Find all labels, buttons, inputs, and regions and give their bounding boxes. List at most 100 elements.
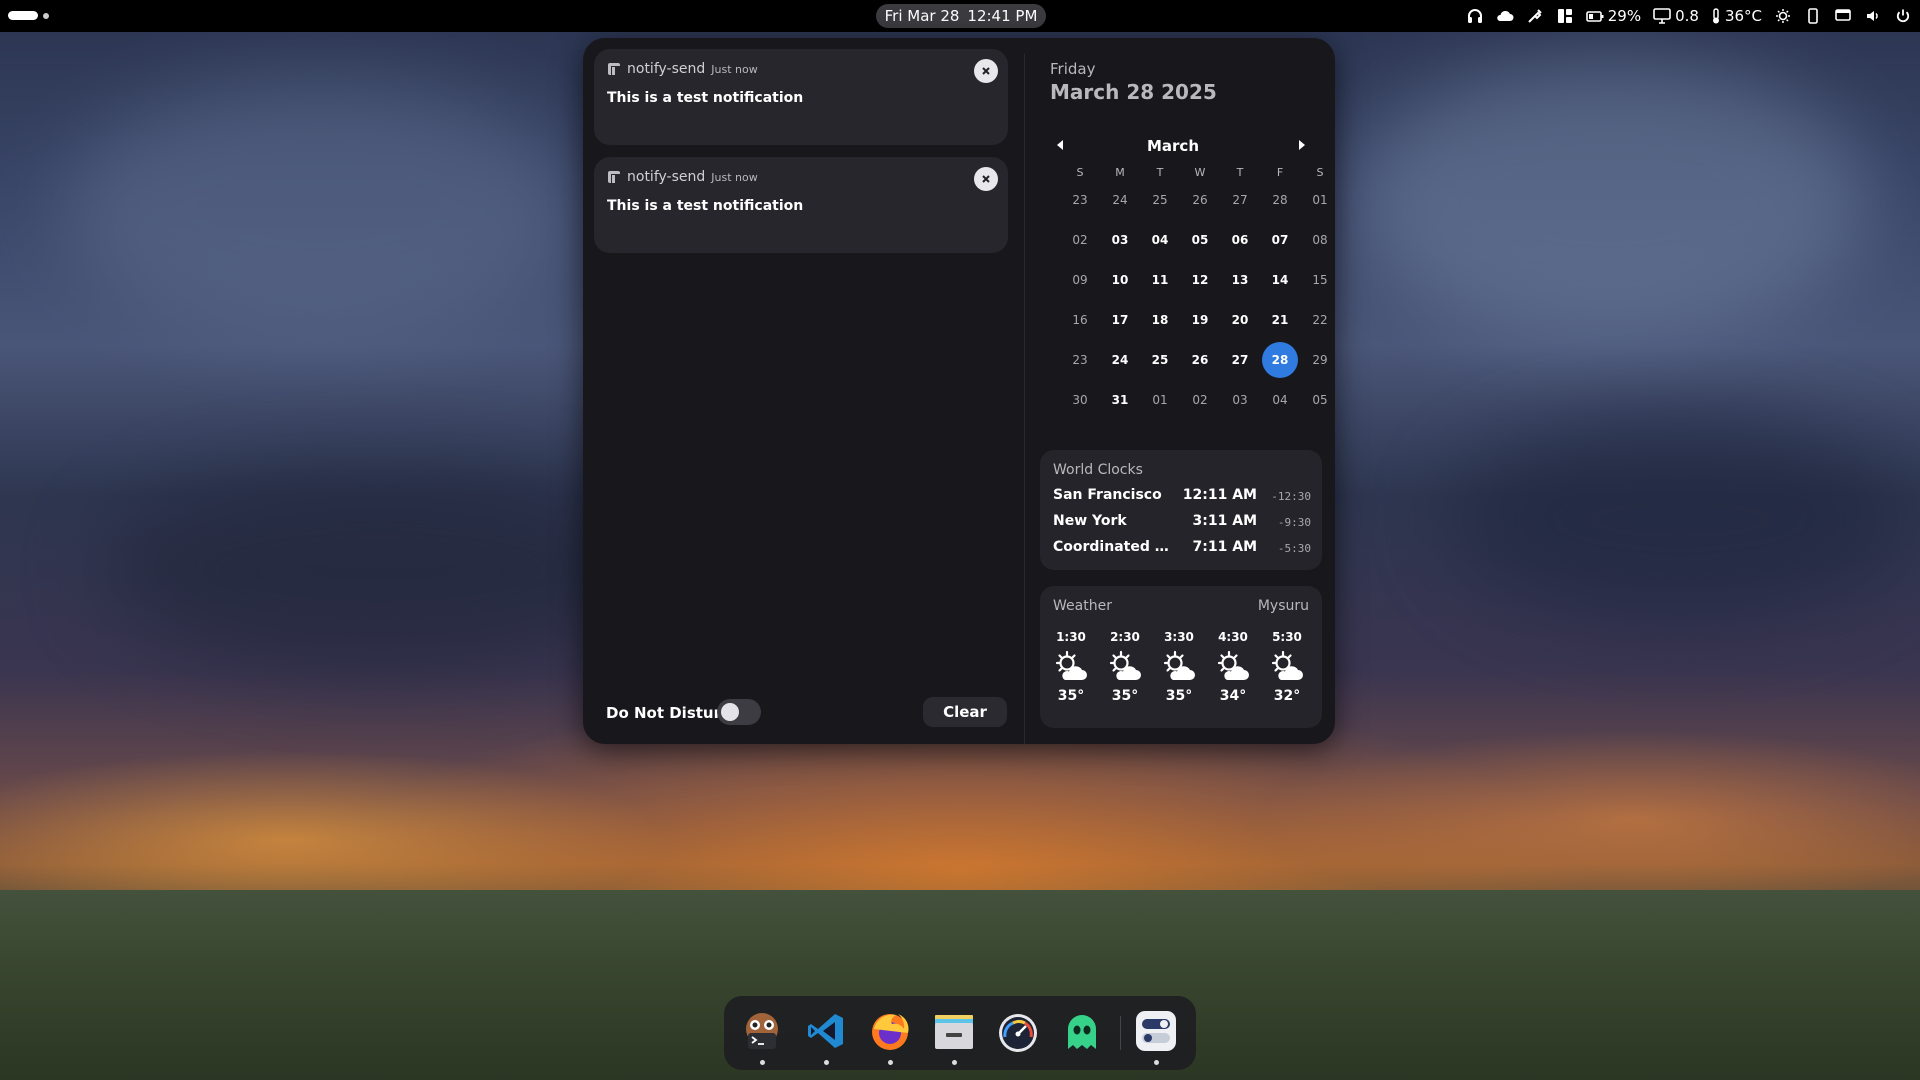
app-icon (608, 63, 620, 75)
calendar-day[interactable]: 09 (1062, 262, 1098, 298)
world-clock-row: Coordinated U... 7:11 AM -5:30 (1053, 539, 1311, 559)
calendar-day[interactable]: 03 (1222, 382, 1258, 418)
calendar-day[interactable]: 30 (1062, 382, 1098, 418)
world-clock-offset: -9:30 (1277, 516, 1311, 529)
dock-settings-app[interactable] (1134, 1009, 1178, 1053)
calendar-full-date: March 28 2025 (1050, 80, 1217, 104)
calendar-weekday: Friday (1050, 60, 1096, 78)
calendar-day[interactable]: 28 (1262, 182, 1298, 218)
color-picker-icon[interactable] (1526, 7, 1544, 25)
volume-icon[interactable] (1864, 7, 1882, 25)
ghost-app-icon (1068, 1015, 1096, 1049)
world-clocks-card: World Clocks San Francisco 12:11 AM -12:… (1040, 450, 1322, 570)
calendar-day[interactable]: 10 (1102, 262, 1138, 298)
dock-file-manager[interactable] (932, 1009, 976, 1053)
notification-card[interactable]: notify-send Just now This is a test noti… (594, 49, 1008, 145)
notification-close-button[interactable] (974, 167, 998, 191)
calendar-day-today[interactable]: 28 (1262, 342, 1298, 378)
clear-button[interactable]: Clear (923, 697, 1007, 727)
dock-system-monitor[interactable] (996, 1009, 1040, 1053)
layout-icon[interactable] (1556, 7, 1574, 25)
weather-hour-time: 2:30 (1110, 630, 1140, 644)
calendar-day[interactable]: 02 (1182, 382, 1218, 418)
clock-button[interactable]: Fri Mar 28 12:41 PM (876, 4, 1046, 28)
calendar-day[interactable]: 27 (1222, 182, 1258, 218)
dock-ghost-app[interactable] (1060, 1009, 1104, 1053)
calendar-weekday-header: S (1316, 166, 1324, 179)
notification-card[interactable]: notify-send Just now This is a test noti… (594, 157, 1008, 253)
cloud-icon[interactable] (1496, 7, 1514, 25)
calendar-day[interactable]: 22 (1302, 302, 1338, 338)
display-icon[interactable] (1834, 7, 1852, 25)
calendar-day[interactable]: 02 (1062, 222, 1098, 258)
calendar-day[interactable]: 23 (1062, 182, 1098, 218)
power-icon[interactable] (1894, 7, 1912, 25)
calendar-day[interactable]: 27 (1222, 342, 1258, 378)
dock-firefox[interactable] (868, 1009, 912, 1053)
temperature-indicator[interactable]: 36°C (1711, 7, 1762, 25)
calendar-day[interactable]: 19 (1182, 302, 1218, 338)
battery-indicator[interactable]: 29% (1585, 7, 1641, 25)
world-clock-city: New York (1053, 513, 1127, 529)
headphones-icon[interactable] (1466, 7, 1484, 25)
calendar-day[interactable]: 04 (1262, 382, 1298, 418)
toggle-settings-app-icon (1136, 1011, 1176, 1051)
calendar-day[interactable]: 05 (1302, 382, 1338, 418)
calendar-day[interactable]: 12 (1182, 262, 1218, 298)
calendar-day[interactable]: 08 (1302, 222, 1338, 258)
calendar-weekday-header: F (1276, 166, 1284, 179)
calendar-day[interactable]: 25 (1142, 342, 1178, 378)
calendar-day[interactable]: 17 (1102, 302, 1138, 338)
do-not-disturb-toggle[interactable] (717, 699, 761, 725)
weather-card: Weather Mysuru 1:30 35° 2:30 35° 3:30 35° 4:30… (1040, 586, 1322, 728)
calendar-day[interactable]: 01 (1302, 182, 1338, 218)
calendar-day[interactable]: 24 (1102, 342, 1138, 378)
calendar-day[interactable]: 23 (1062, 342, 1098, 378)
calendar-day[interactable]: 15 (1302, 262, 1338, 298)
app-icon (608, 171, 620, 183)
system-tray: 29% 0.8 36°C (1466, 0, 1912, 32)
workspace-indicator[interactable] (8, 11, 49, 20)
weather-hour: 4:30 34° (1207, 630, 1259, 704)
brightness-icon[interactable] (1774, 7, 1792, 25)
calendar-day[interactable]: 26 (1182, 182, 1218, 218)
toggle-knob (721, 703, 739, 721)
calendar-day[interactable]: 25 (1142, 182, 1178, 218)
calendar-day[interactable]: 06 (1222, 222, 1258, 258)
calendar-day[interactable]: 14 (1262, 262, 1298, 298)
calendar-day[interactable]: 04 (1142, 222, 1178, 258)
calendar-day[interactable]: 07 (1262, 222, 1298, 258)
notification-close-button[interactable] (974, 59, 998, 83)
calendar-next-button[interactable] (1294, 137, 1310, 153)
calendar-day[interactable]: 18 (1142, 302, 1178, 338)
notification-app-name: notify-send (627, 61, 706, 77)
dock-vscode[interactable] (804, 1009, 848, 1053)
dock-terminal[interactable] (740, 1009, 784, 1053)
calendar-day[interactable]: 11 (1142, 262, 1178, 298)
phone-icon[interactable] (1804, 7, 1822, 25)
calendar-day[interactable]: 16 (1062, 302, 1098, 338)
notification-body: This is a test notification (607, 90, 804, 106)
calendar-day[interactable]: 01 (1142, 382, 1178, 418)
notification-header: notify-send Just now (607, 61, 758, 77)
storm-cloud (100, 470, 660, 670)
calendar-day[interactable]: 03 (1102, 222, 1138, 258)
workspace-inactive[interactable] (43, 12, 49, 19)
calendar-day[interactable]: 29 (1302, 342, 1338, 378)
close-icon (982, 175, 990, 183)
running-indicator (1154, 1060, 1159, 1065)
calendar-prev-button[interactable] (1052, 137, 1068, 153)
load-indicator[interactable]: 0.8 (1653, 7, 1699, 25)
calendar-day[interactable]: 13 (1222, 262, 1258, 298)
calendar-day[interactable]: 31 (1102, 382, 1138, 418)
calendar-day[interactable]: 21 (1262, 302, 1298, 338)
weather-hour-time: 4:30 (1218, 630, 1248, 644)
partly-cloudy-icon (1053, 650, 1089, 684)
calendar-day[interactable]: 26 (1182, 342, 1218, 378)
calendar-day[interactable]: 24 (1102, 182, 1138, 218)
world-clock-city: Coordinated U... (1053, 539, 1171, 555)
workspace-active[interactable] (8, 11, 38, 20)
calendar-day[interactable]: 20 (1222, 302, 1258, 338)
calendar-weekday-header: W (1194, 166, 1206, 179)
calendar-day[interactable]: 05 (1182, 222, 1218, 258)
